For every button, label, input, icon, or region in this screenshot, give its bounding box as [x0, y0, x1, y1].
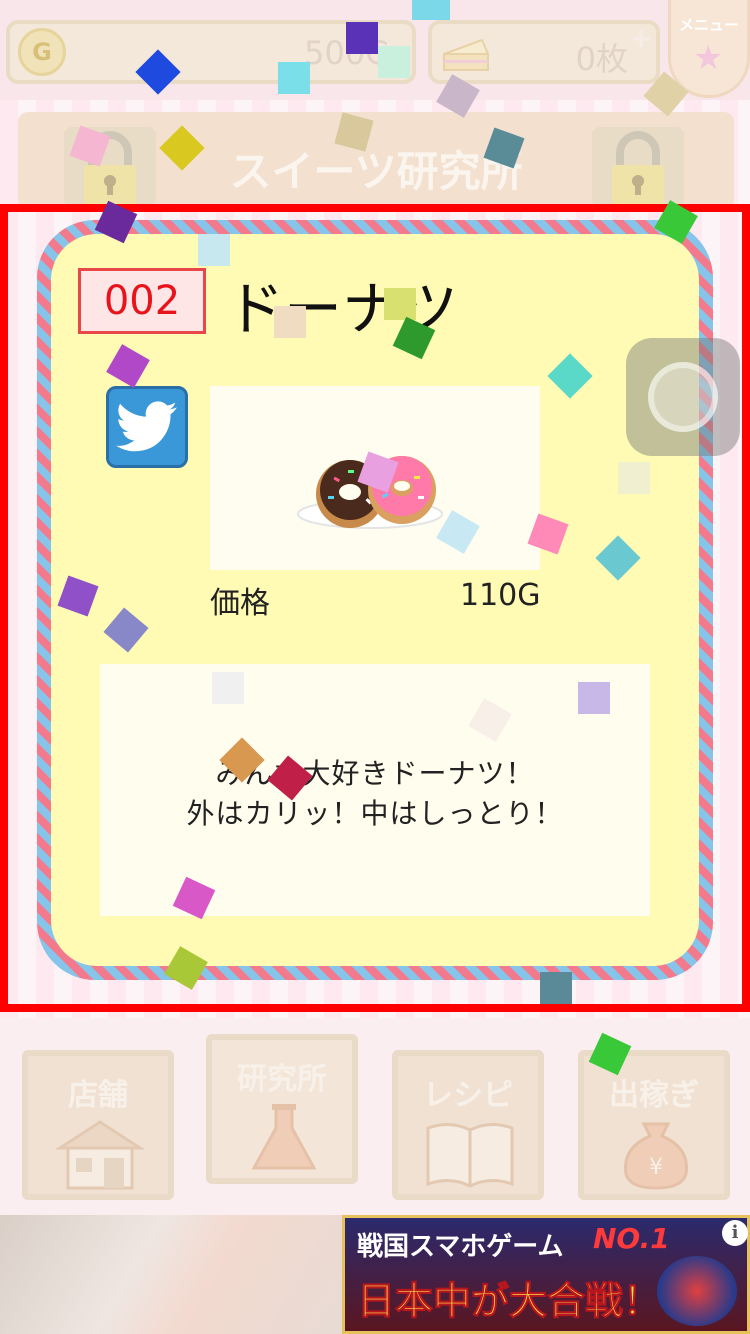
highlight-frame — [0, 204, 750, 1012]
svg-text:¥: ¥ — [649, 1155, 663, 1180]
menu-label: メニュー — [678, 16, 739, 34]
nav-label: 出稼ぎ — [609, 1078, 699, 1113]
flask-icon — [251, 1104, 317, 1170]
coin-icon: G — [18, 28, 66, 76]
ad-banner[interactable]: 戦国スマホゲーム NO.1 日本中が大合戦！ — [0, 1215, 750, 1334]
nav-store-button[interactable]: 店舗 — [22, 1050, 174, 1200]
ad-no1: NO.1 — [593, 1222, 670, 1255]
nav-label: レシピ — [423, 1078, 513, 1113]
nav-label: 研究所 — [237, 1062, 327, 1097]
confetti-piece — [278, 62, 310, 94]
money-bag-icon: ¥ — [624, 1122, 688, 1190]
cake-icon — [443, 38, 490, 71]
assistive-touch-button[interactable] — [626, 338, 740, 456]
confetti-piece — [578, 682, 610, 714]
ad-logo — [657, 1256, 737, 1326]
confetti-piece — [274, 306, 306, 338]
confetti-piece — [378, 46, 410, 78]
ad-photo — [0, 1215, 342, 1334]
nav-lab-button[interactable]: 研究所 — [206, 1034, 358, 1184]
nav-recipe-button[interactable]: レシピ — [392, 1050, 544, 1200]
ad-creative: 戦国スマホゲーム NO.1 日本中が大合戦！ — [342, 1215, 750, 1334]
menu-button[interactable]: メニュー ★ — [668, 0, 750, 98]
confetti-piece — [618, 462, 650, 494]
store-icon — [54, 1120, 146, 1190]
confetti-piece — [198, 234, 230, 266]
confetti-piece — [212, 672, 244, 704]
ad-info-icon[interactable]: i — [722, 1220, 748, 1246]
confetti-piece — [346, 22, 378, 54]
confetti-piece — [384, 288, 416, 320]
ticket-value: 0枚 — [575, 40, 628, 78]
nav-work-button[interactable]: 出稼ぎ ¥ — [578, 1050, 730, 1200]
confetti-piece — [540, 972, 572, 1004]
assistive-touch-icon — [648, 362, 718, 432]
ticket-counter[interactable]: 0枚 + — [428, 20, 660, 84]
nav-label: 店舗 — [68, 1078, 128, 1113]
lock-icon — [592, 127, 684, 207]
star-icon: ★ — [693, 38, 724, 78]
confetti-piece — [412, 0, 450, 20]
ad-tagline: 日本中が大合戦！ — [356, 1279, 662, 1324]
book-icon — [426, 1123, 514, 1188]
plus-icon[interactable]: + — [630, 24, 652, 54]
ad-headline: 戦国スマホゲーム — [357, 1232, 564, 1262]
